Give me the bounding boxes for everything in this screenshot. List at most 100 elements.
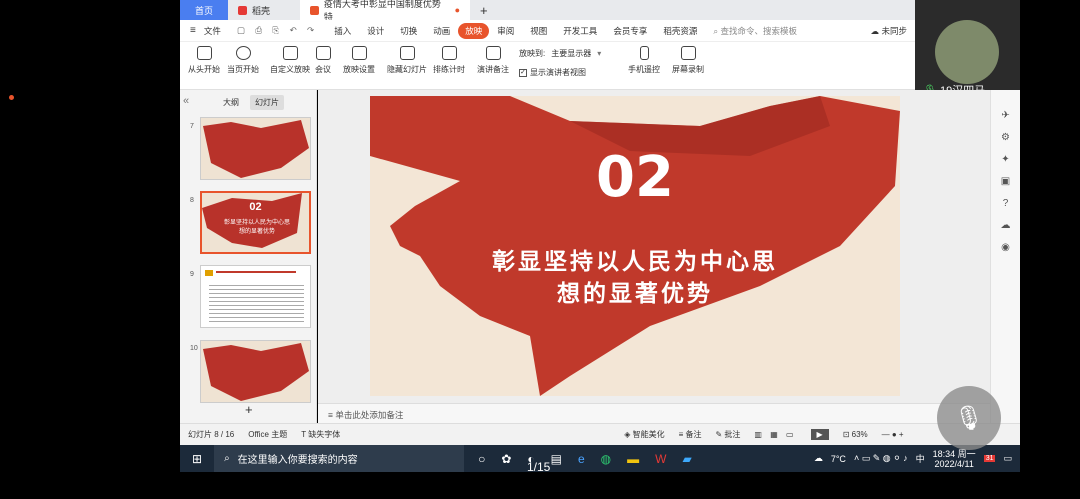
meeting-app-icon[interactable]: ▰ <box>682 452 691 466</box>
rocket-icon[interactable]: ✈ <box>1001 110 1009 121</box>
location-icon[interactable]: ◉ <box>1001 242 1010 253</box>
slide-thumbnail-panel: « 大纲 幻灯片 7 8 02 彰显坚持以人民为中心思想的显著优势 9 10 + <box>180 90 317 423</box>
quick-access-icons[interactable]: ▢ ⎙ ⎘ ↶ ↷ <box>229 25 326 36</box>
windows-start-icon[interactable]: ⊞ <box>180 452 214 466</box>
sync-status[interactable]: ☁ 未同步 <box>863 25 915 37</box>
thumb-red-shape <box>203 120 309 178</box>
notes-icon <box>485 46 501 60</box>
edge-icon[interactable]: e <box>578 452 585 466</box>
app-icon-3[interactable]: ▤ <box>551 452 562 466</box>
menu-file[interactable]: 文件 <box>196 25 229 37</box>
page-counter: 1/15 <box>527 460 551 474</box>
slide-thumbnail-9[interactable] <box>200 265 311 328</box>
play-slideshow-button[interactable]: ▶ <box>810 429 829 440</box>
checkbox-checked-icon: ✓ <box>519 68 527 77</box>
clock[interactable]: 18:34 周一 2022/4/11 <box>933 449 976 469</box>
ppt-icon <box>310 5 319 15</box>
slide-thumbnail-7[interactable] <box>200 117 311 180</box>
screen-select[interactable]: 放映到: 主要显示器 ▾ <box>519 48 601 59</box>
slides-tab[interactable]: 幻灯片 <box>250 95 284 110</box>
slide-title-line1: 彰显坚持以人民为中心思 <box>492 248 778 275</box>
play-current-button[interactable]: 当页开始 <box>227 46 259 75</box>
custom-show-button[interactable]: 自定义放映 <box>270 46 310 75</box>
taskbar-search[interactable]: ⌕ 在这里输入你要搜索的内容 <box>214 445 465 472</box>
menu-transition[interactable]: 切换 <box>392 25 425 37</box>
play-icon <box>196 46 212 60</box>
menu-insert[interactable]: 插入 <box>326 25 359 37</box>
notes-area[interactable]: ≡ 单击此处添加备注 <box>318 403 990 423</box>
weather-icon[interactable]: ☁ <box>814 453 823 464</box>
emblem-icon <box>205 270 213 276</box>
wechat-icon[interactable]: ◍ <box>601 452 611 466</box>
menu-design[interactable]: 设计 <box>359 25 392 37</box>
collapse-panel-icon[interactable]: « <box>183 95 189 107</box>
slide-counter: 幻灯片 8 / 16 <box>188 430 235 439</box>
right-sidebar: ✈ ⚙ ✦ ▣ ? ☁ ◉ <box>990 90 1020 423</box>
input-language[interactable]: 中 <box>916 452 925 465</box>
tab-document[interactable]: 疫情大考中彰显中国制度优势 特 ● <box>300 0 470 22</box>
notification-icon[interactable]: ▭ <box>1003 453 1012 464</box>
unsaved-dot-icon: ● <box>454 5 460 15</box>
new-tab-button[interactable]: + <box>470 0 498 20</box>
play-from-start-button[interactable]: 从头开始 <box>188 46 220 75</box>
slideshow-settings-button[interactable]: 放映设置 <box>343 46 375 75</box>
copy-icon[interactable]: ▣ <box>1001 176 1010 187</box>
windows-taskbar: ⊞ ⌕ 在这里输入你要搜索的内容 ○ ✿ ◐ ▤ e ◍ ▬ W ▰ ☁ 7°C ˄… <box>180 445 1020 472</box>
tray-icons[interactable]: ˄ ▭ ✎ ◍ ⚪ ♪ <box>854 453 908 464</box>
smart-beautify-button[interactable]: ◈ 智能美化 <box>624 429 664 440</box>
help-icon[interactable]: ? <box>1003 198 1009 209</box>
zoom-slider[interactable]: — ● + <box>882 430 904 439</box>
outline-tab[interactable]: 大纲 <box>223 97 239 108</box>
slide-title-line2: 想的显著优势 <box>557 280 713 307</box>
ribbon-toolbar: 从头开始 当页开始 自定义放映 会议 放映设置 隐藏幻灯片 排练计时 演讲备注 … <box>180 42 915 90</box>
comment-button[interactable]: ✎ 批注 <box>715 429 740 440</box>
phone-remote-button[interactable]: 手机遥控 <box>628 46 660 75</box>
menu-slideshow[interactable]: 放映 <box>458 22 490 39</box>
menu-view[interactable]: 视图 <box>522 25 555 37</box>
laser-dot <box>9 95 14 100</box>
browser-tabs: 首页 稻壳 疫情大考中彰显中国制度优势 特 ● + <box>180 0 915 22</box>
hamburger-icon[interactable]: ≡ <box>180 25 196 36</box>
tab-daoke[interactable]: 稻壳 <box>228 0 300 20</box>
missing-font-button[interactable]: T 缺失字体 <box>301 429 340 440</box>
hide-slide-button[interactable]: 隐藏幻灯片 <box>387 46 427 75</box>
speaker-notes-button[interactable]: 演讲备注 <box>477 46 509 75</box>
menu-member[interactable]: 会员专享 <box>605 25 655 37</box>
menu-developer[interactable]: 开发工具 <box>555 25 605 37</box>
view-mode-icons[interactable]: ▥ ▦ ▭ <box>754 430 796 439</box>
folder-icon[interactable]: ▬ <box>627 452 639 466</box>
meeting-icon <box>315 46 331 60</box>
menu-animation[interactable]: 动画 <box>425 25 458 37</box>
section-number: 02 <box>596 145 674 210</box>
wps-icon[interactable]: W <box>655 452 666 466</box>
meeting-button[interactable]: 会议 <box>315 46 331 75</box>
search-icon: ⌕ <box>224 453 230 464</box>
record-icon <box>680 46 696 60</box>
mute-microphone-button[interactable]: 🎙 <box>937 386 1001 450</box>
current-slide[interactable]: 02 彰显坚持以人民为中心思 想的显著优势 <box>370 96 900 396</box>
rehearse-timing-button[interactable]: 排练计时 <box>433 46 465 75</box>
menu-resources[interactable]: 稻壳资源 <box>655 25 705 37</box>
theme-name[interactable]: Office 主题 <box>248 429 287 440</box>
notification-badge[interactable]: 31 <box>983 455 996 462</box>
tab-home[interactable]: 首页 <box>180 0 228 20</box>
settings-icon <box>351 46 367 60</box>
mic-off-icon: 🎙 <box>953 404 985 432</box>
notes-toggle-button[interactable]: ≡ 备注 <box>679 429 702 440</box>
slide-thumbnail-10[interactable] <box>200 340 311 403</box>
screen-record-button[interactable]: 屏幕录制 <box>672 46 704 75</box>
add-slide-button[interactable]: + <box>245 402 253 417</box>
slide-thumbnail-8[interactable]: 02 彰显坚持以人民为中心思想的显著优势 <box>200 191 311 254</box>
task-view-icon[interactable]: ○ <box>478 452 485 466</box>
command-search[interactable]: ⌕ 查找命令、搜索模板 <box>705 25 805 37</box>
adjust-icon[interactable]: ⚙ <box>1001 132 1010 143</box>
custom-show-icon <box>282 46 298 60</box>
app-icon-1[interactable]: ✿ <box>501 452 511 466</box>
cloud-icon[interactable]: ☁ <box>1001 220 1011 231</box>
timer-icon <box>441 46 457 60</box>
menu-review[interactable]: 审阅 <box>489 25 522 37</box>
status-bar: 幻灯片 8 / 16 Office 主题 T 缺失字体 ◈ 智能美化 ≡ 备注 … <box>180 423 1020 445</box>
zoom-level[interactable]: ⊡ 63% <box>843 430 868 439</box>
presenter-view-checkbox[interactable]: ✓ 显示演讲者视图 <box>519 67 586 78</box>
pin-icon[interactable]: ✦ <box>1001 154 1009 165</box>
